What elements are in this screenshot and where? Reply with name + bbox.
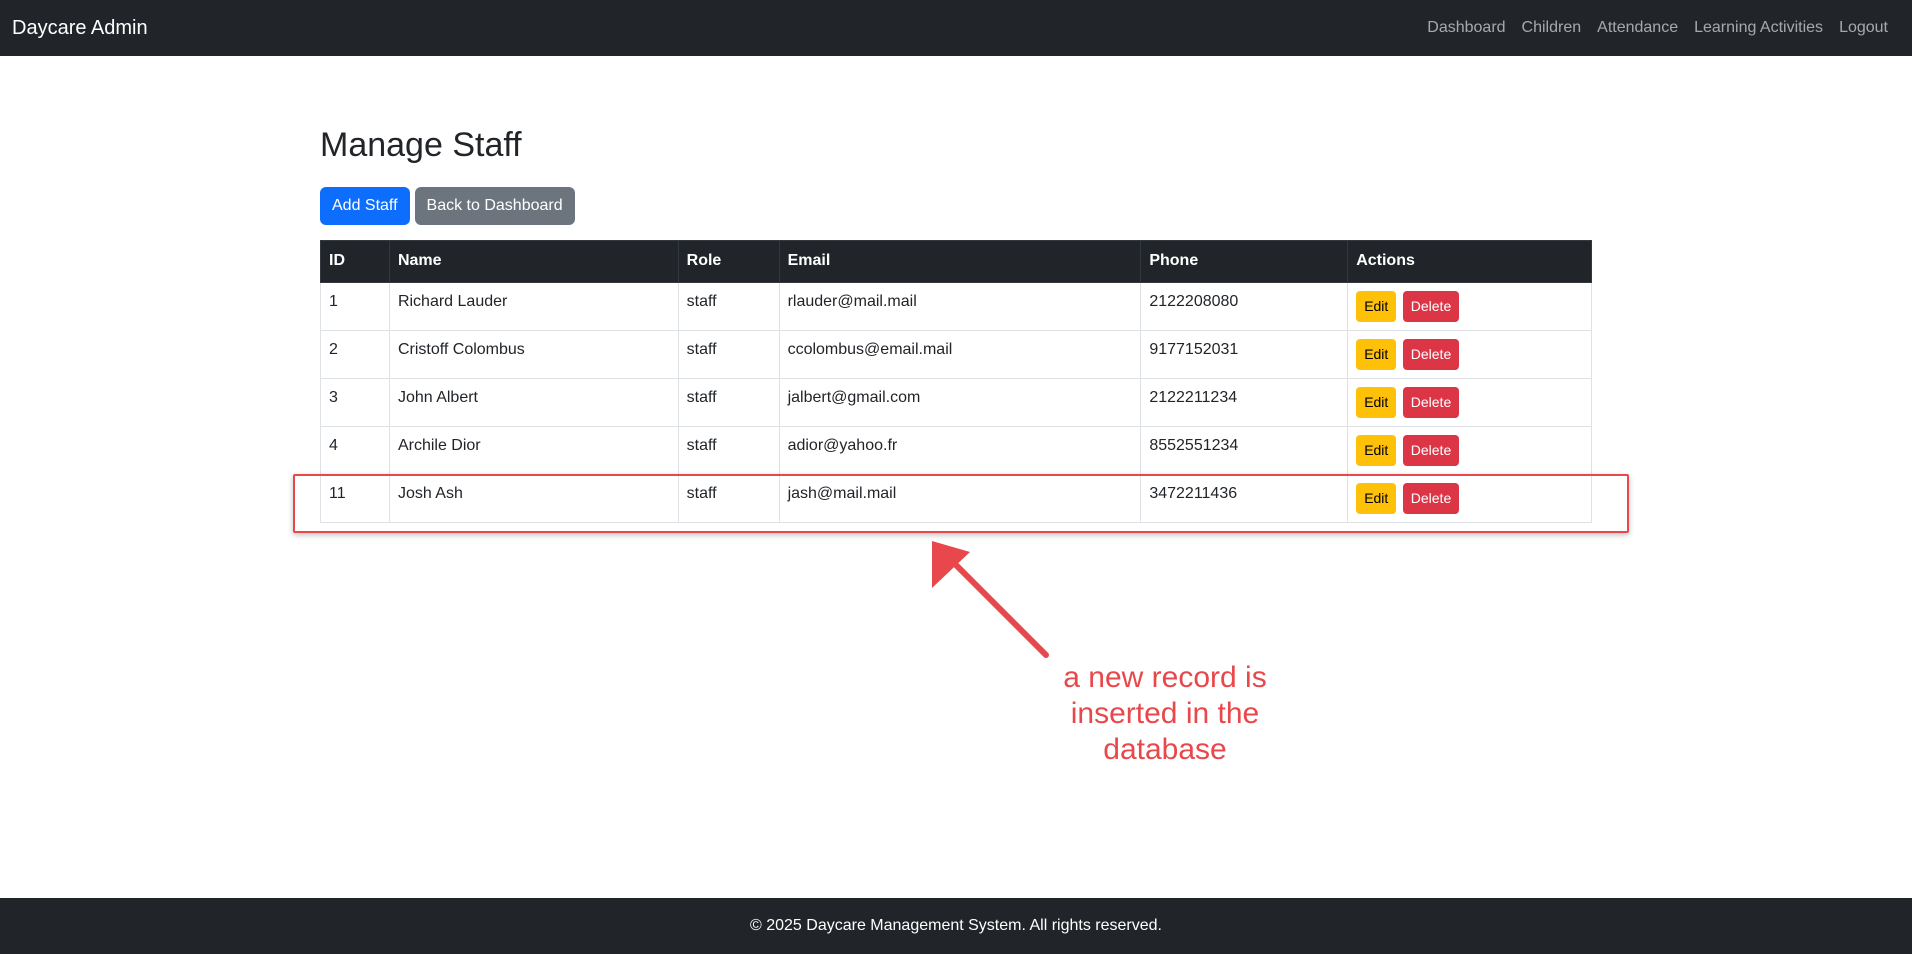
delete-button[interactable]: Delete — [1402, 386, 1460, 418]
cell-phone: 9177152031 — [1140, 329, 1349, 379]
delete-button[interactable]: Delete — [1402, 338, 1460, 370]
cell-phone-text: 8552551234 — [1149, 437, 1239, 455]
cell-actions: Edit Delete — [1347, 329, 1592, 379]
cell-name: John Albert — [388, 377, 679, 427]
cell-id: 3 — [320, 377, 390, 427]
nav-link-attendance[interactable]: Attendance — [1589, 19, 1686, 37]
cell-name-text: Archile Dior — [397, 437, 481, 455]
cell-name: Archile Dior — [388, 425, 679, 475]
cell-id-text: 4 — [329, 437, 338, 455]
cell-id: 4 — [320, 425, 390, 475]
action-buttons: Add Staff Back to Dashboard — [320, 186, 1592, 225]
table-row: 4 Archile Dior staff adior@yahoo.fr 8552… — [320, 425, 1592, 475]
nav-link-learning-activities[interactable]: Learning Activities — [1686, 19, 1831, 37]
cell-name: Richard Lauder — [388, 281, 679, 331]
cell-email-text: adior@yahoo.fr — [787, 437, 898, 455]
cell-id-text: 1 — [329, 293, 338, 311]
page-footer: © 2025 Daycare Management System. All ri… — [0, 898, 1912, 954]
top-navbar: Daycare Admin Dashboard Children Attenda… — [0, 0, 1912, 56]
edit-button[interactable]: Edit — [1356, 290, 1397, 322]
cell-id: 1 — [320, 281, 390, 331]
annotation-note: a new record is inserted in the database — [1000, 660, 1330, 768]
table-row: 3 John Albert staff jalbert@gmail.com 21… — [320, 377, 1592, 427]
table-row: 2 Cristoff Colombus staff ccolombus@emai… — [320, 329, 1592, 379]
cell-phone: 2122208080 — [1140, 281, 1349, 331]
column-header-actions: Actions — [1347, 239, 1592, 283]
cell-role-text: staff — [686, 389, 717, 407]
delete-button[interactable]: Delete — [1402, 290, 1460, 322]
cell-name-text: Cristoff Colombus — [397, 341, 525, 359]
cell-id: 2 — [320, 329, 390, 379]
cell-role: staff — [677, 329, 780, 379]
table-header-row: ID Name Role Email Phone Actions — [320, 239, 1592, 283]
nav-links: Dashboard Children Attendance Learning A… — [1419, 19, 1900, 37]
edit-button[interactable]: Edit — [1356, 386, 1397, 418]
cell-actions: Edit Delete — [1347, 425, 1592, 475]
nav-link-dashboard[interactable]: Dashboard — [1419, 19, 1513, 37]
cell-email: jalbert@gmail.com — [778, 377, 1142, 427]
cell-id-text: 3 — [329, 389, 338, 407]
cell-phone-text: 2122208080 — [1149, 293, 1239, 311]
cell-email-text: jalbert@gmail.com — [787, 389, 921, 407]
cell-name: Cristoff Colombus — [388, 329, 679, 379]
new-record-highlight-box — [293, 474, 1629, 533]
table-row: 1 Richard Lauder staff rlauder@mail.mail… — [320, 281, 1592, 331]
column-header-phone: Phone — [1140, 239, 1349, 283]
cell-phone: 8552551234 — [1140, 425, 1349, 475]
footer-copyright: © 2025 Daycare Management System. All ri… — [750, 917, 1162, 934]
cell-role-text: staff — [686, 341, 717, 359]
cell-email: adior@yahoo.fr — [778, 425, 1142, 475]
column-header-name: Name — [388, 239, 679, 283]
back-to-dashboard-button[interactable]: Back to Dashboard — [414, 186, 575, 225]
cell-actions: Edit Delete — [1347, 281, 1592, 331]
add-staff-button[interactable]: Add Staff — [320, 186, 410, 225]
annotation-line: database — [1103, 733, 1227, 766]
column-header-role: Role — [677, 239, 780, 283]
cell-name-text: John Albert — [397, 389, 478, 407]
cell-email-text: rlauder@mail.mail — [787, 293, 917, 311]
annotation-line: inserted in the — [1070, 697, 1260, 730]
edit-button[interactable]: Edit — [1356, 434, 1397, 466]
cell-phone-text: 2122211234 — [1149, 389, 1238, 407]
main-content: Manage Staff Add Staff Back to Dashboard… — [320, 125, 1592, 523]
cell-role-text: staff — [686, 437, 717, 455]
delete-button[interactable]: Delete — [1402, 434, 1460, 466]
nav-link-children[interactable]: Children — [1514, 19, 1590, 37]
cell-role: staff — [677, 281, 780, 331]
cell-id-text: 2 — [329, 341, 338, 359]
edit-button[interactable]: Edit — [1356, 338, 1397, 370]
nav-link-logout[interactable]: Logout — [1831, 19, 1896, 37]
cell-name-text: Richard Lauder — [397, 293, 508, 311]
page-title: Manage Staff — [320, 126, 522, 164]
cell-role: staff — [677, 377, 780, 427]
column-header-id: ID — [320, 239, 390, 283]
annotation-line: a new record is — [1063, 661, 1267, 694]
cell-email: rlauder@mail.mail — [778, 281, 1142, 331]
column-header-email: Email — [778, 239, 1142, 283]
cell-email: ccolombus@email.mail — [778, 329, 1142, 379]
cell-actions: Edit Delete — [1347, 377, 1592, 427]
cell-role: staff — [677, 425, 780, 475]
cell-phone: 2122211234 — [1140, 377, 1349, 427]
brand-title[interactable]: Daycare Admin — [12, 17, 148, 40]
annotation-arrow-icon — [932, 541, 1049, 658]
cell-role-text: staff — [686, 293, 717, 311]
cell-email-text: ccolombus@email.mail — [787, 341, 953, 359]
cell-phone-text: 9177152031 — [1149, 341, 1239, 359]
